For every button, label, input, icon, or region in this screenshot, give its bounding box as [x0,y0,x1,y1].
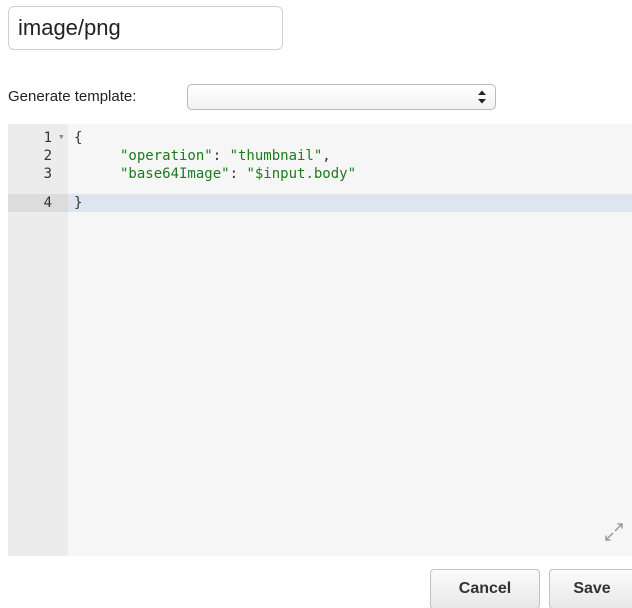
template-code-editor[interactable]: 1 ▾ { 2 "operation": "thumbnail", 3 "bas… [8,124,632,556]
code-line: 1 ▾ { [8,129,632,147]
json-separator: : [229,166,247,182]
json-key: "base64Image" [120,166,230,182]
line-number: 2 [43,148,52,164]
line-number: 3 [43,166,52,182]
save-button[interactable]: Save [549,569,632,608]
cancel-button[interactable]: Cancel [430,569,540,608]
json-value: "$input.body" [246,166,357,182]
line-number: 1 [43,130,52,146]
code-text: } [74,195,83,211]
generate-template-label: Generate template: [8,88,137,105]
json-comma: , [322,148,331,164]
code-line: 2 "operation": "thumbnail", [8,147,632,165]
json-key: "operation" [120,148,213,164]
code-text: "operation": "thumbnail", [74,147,331,165]
json-value: "thumbnail" [229,148,323,164]
content-type-field[interactable] [8,6,283,50]
line-number-gutter [8,124,68,556]
code-text: { [74,130,83,146]
code-line: 3 "base64Image": "$input.body" [8,165,632,183]
select-arrows-icon [478,90,486,104]
fold-arrow-icon[interactable]: ▾ [58,128,65,146]
line-number: 4 [43,195,52,211]
code-text: "base64Image": "$input.body" [74,165,356,183]
generate-template-select[interactable] [187,84,496,110]
mapping-template-panel: Generate template: 1 ▾ { 2 "operation": … [0,0,632,608]
expand-icon[interactable] [604,522,624,542]
active-code-line: 4 } [8,194,632,212]
json-separator: : [212,148,230,164]
